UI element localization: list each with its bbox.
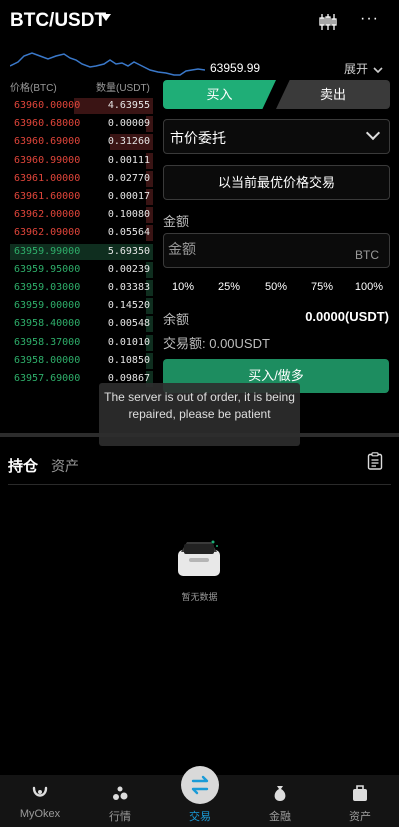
orderbook-qty: 0.02770 [107, 172, 150, 184]
chevron-down-icon [373, 67, 383, 73]
nav-item-finance[interactable]: 金融 [240, 775, 320, 827]
orderbook-price: 63958.37000 [14, 336, 81, 348]
orderbook-price: 63958.00000 [14, 354, 81, 366]
orderbook-price: 63960.68000 [14, 118, 81, 130]
balance-label: 余额 [163, 312, 190, 327]
orderbook-price: 63961.60000 [14, 191, 81, 202]
orderbook-price-header: 价格(BTC) [10, 83, 57, 94]
orderbook-qty: 0.00009 [107, 118, 150, 130]
assets-icon [353, 785, 367, 801]
orderbook-ask-row[interactable]: 63961.60000 0.00017 [10, 188, 153, 206]
orderbook-bid-row[interactable]: 63959.03000 0.03383 [10, 279, 153, 297]
orderbook-price: 63959.00000 [14, 300, 81, 312]
order-history-icon[interactable] [367, 452, 383, 470]
orderbook-bid-row[interactable]: 63959.00000 0.14520 [10, 297, 153, 315]
empty-box-icon [178, 540, 220, 576]
orderbook-ask-row[interactable]: 63962.00000 0.10080 [10, 206, 153, 224]
orderbook-ask-row[interactable]: 63962.09000 0.05564 [10, 224, 153, 242]
balance-value: 0.0000(USDT) [305, 309, 389, 324]
orderbook-ask-row[interactable]: 63961.00000 0.02770 [10, 170, 153, 188]
order-type-value: 市价委托 [170, 130, 226, 146]
orderbook-qty: 0.10080 [107, 209, 150, 221]
expand-toggle[interactable]: 展开 [344, 60, 383, 77]
orderbook-price: 63961.00000 [14, 172, 81, 184]
orderbook-bid-row[interactable]: 63958.00000 0.10850 [10, 352, 153, 370]
trade-volume: 交易额: 0.00USDT [163, 336, 270, 351]
nav-item-assets[interactable]: 资产 [320, 775, 399, 827]
orderbook-qty: 0.00548 [107, 318, 150, 330]
amount-unit: BTC [355, 248, 379, 262]
tab-positions[interactable]: 持仓 [8, 455, 38, 476]
orderbook-price: 63960.00000 [14, 100, 81, 111]
percent-50-button[interactable]: 50% [256, 281, 296, 293]
amount-input[interactable] [168, 241, 338, 257]
orderbook-price: 63962.00000 [14, 209, 81, 221]
orderbook-qty: 0.31260 [107, 136, 150, 148]
orderbook-qty: 4.63955 [107, 100, 150, 111]
market-icon [113, 786, 128, 800]
orderbook-qty: 0.00239 [107, 263, 150, 275]
more-icon[interactable]: ··· [360, 10, 379, 28]
nav-label: 交易 [189, 811, 211, 823]
orderbook-qty: 0.10850 [107, 354, 150, 366]
tab-assets[interactable]: 资产 [51, 456, 79, 476]
orderbook-ask-row[interactable]: 63960.00000 4.63955 [10, 97, 153, 115]
percent-100-button[interactable]: 100% [349, 281, 389, 293]
pair-dropdown-icon[interactable] [101, 14, 111, 21]
mini-price-line [10, 52, 205, 76]
orderbook-price: 63962.09000 [14, 227, 81, 239]
best-price-button[interactable]: 以当前最优价格交易 [163, 165, 390, 200]
orderbook-price: 63958.40000 [14, 318, 81, 330]
trade-icon [191, 775, 209, 795]
nav-label: 金融 [269, 811, 291, 823]
orderbook-qty-header: 数量(USDT) [96, 83, 150, 94]
positions-divider [8, 484, 391, 485]
percent-75-button[interactable]: 75% [302, 281, 342, 293]
orderbook-ask-row[interactable]: 63960.69000 0.31260 [10, 133, 153, 151]
orderbook-price: 63960.69000 [14, 136, 81, 148]
error-toast: The server is out of order, it is being … [99, 383, 300, 446]
orderbook-qty: 0.01010 [107, 336, 150, 348]
last-price: 63959.99 [210, 61, 261, 75]
orderbook-qty: 0.03383 [107, 282, 150, 293]
orderbook-price: 63960.99000 [14, 154, 81, 166]
nav-label: MyOkex [19, 808, 61, 820]
amount-label: 金额 [163, 214, 190, 229]
orderbook-qty: 0.14520 [107, 300, 150, 312]
orderbook-ask-row[interactable]: 63960.99000 0.00111 [10, 152, 153, 170]
orderbook-bid-row[interactable]: 63959.95000 0.00239 [10, 261, 153, 279]
expand-label: 展开 [344, 62, 369, 76]
nav-item-market[interactable]: 行情 [80, 775, 160, 827]
finance-icon [274, 786, 286, 801]
orderbook-qty: 5.69350 [107, 245, 150, 257]
empty-state-text: 暂无数据 [181, 592, 218, 602]
orderbook-qty: 0.00111 [107, 154, 150, 166]
orderbook-price: 63959.03000 [14, 282, 81, 293]
tab-buy[interactable]: 买入 [163, 80, 276, 109]
nav-item-myokex[interactable]: MyOkex [0, 775, 80, 827]
orderbook-price: 63959.95000 [14, 263, 81, 275]
trade-nav-button[interactable] [181, 766, 219, 804]
myokex-icon [32, 786, 48, 797]
nav-label: 行情 [109, 811, 131, 823]
orderbook-bid-row[interactable]: 63958.37000 0.01010 [10, 334, 153, 352]
orderbook-bid-row[interactable]: 63958.40000 0.00548 [10, 315, 153, 333]
percent-25-button[interactable]: 25% [209, 281, 249, 293]
orderbook-price: 63959.99000 [14, 245, 81, 257]
orderbook-ask-row[interactable]: 63960.68000 0.00009 [10, 115, 153, 133]
candlestick-chart-icon[interactable] [318, 12, 338, 32]
orderbook-qty: 0.00017 [107, 191, 150, 202]
orderbook-price: 63957.69000 [14, 373, 81, 384]
percent-10-button[interactable]: 10% [163, 281, 203, 293]
orderbook-qty: 0.05564 [107, 227, 150, 239]
pair-title[interactable]: BTC/USDT [10, 10, 106, 32]
orderbook-bid-row[interactable]: 63959.99000 5.69350 [10, 243, 153, 261]
nav-label: 资产 [349, 811, 371, 823]
tab-sell[interactable]: 卖出 [276, 80, 390, 109]
